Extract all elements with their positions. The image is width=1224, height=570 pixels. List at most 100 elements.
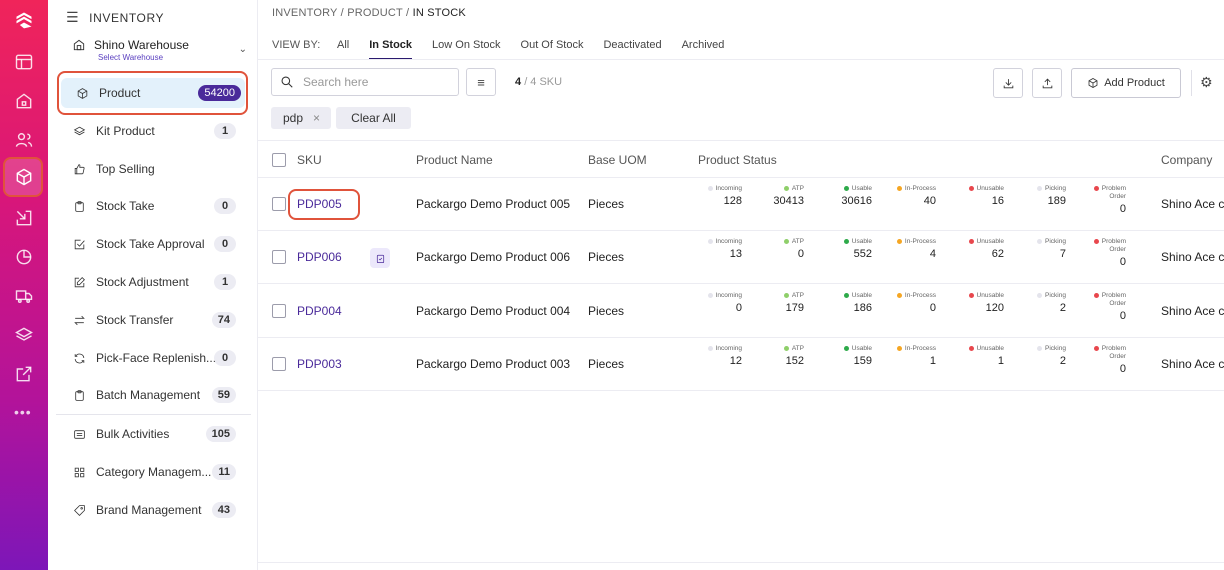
status-in-process: In-Process 4 [890,238,936,260]
status-label: ATP [791,292,804,299]
clipboard-icon [72,199,86,213]
add-product-button[interactable]: Add Product [1071,68,1181,98]
status-value: 120 [985,302,1004,314]
tab-out-of-stock[interactable]: Out Of Stock [521,39,584,51]
tab-in-stock[interactable]: In Stock [369,39,412,51]
status-picking: Picking 7 [1020,238,1066,260]
company: Shino Ace cu [1161,197,1224,211]
product-highlight [57,71,248,115]
status-incoming: Incoming 12 [696,345,742,367]
header-product-name[interactable]: Product Name [416,153,493,167]
download-button[interactable] [993,68,1023,98]
search-input[interactable] [303,75,443,89]
sidebar-item-kit-product[interactable]: Kit Product 1 [58,116,248,146]
close-icon[interactable]: × [313,111,320,125]
status-label: Problem Order [1101,185,1126,200]
sidebar-item-stock-transfer[interactable]: Stock Transfer 74 [58,305,248,335]
tab-deactivated[interactable]: Deactivated [603,39,661,51]
sidebar-item-stock-adjustment[interactable]: Stock Adjustment 1 [58,267,248,297]
sidebar-item-brand-management[interactable]: Brand Management 43 [58,495,248,525]
breadcrumb-product[interactable]: PRODUCT [347,7,403,19]
tab-low-on-stock[interactable]: Low On Stock [432,39,500,51]
sidebar-item-label: Stock Adjustment [96,275,189,289]
sidebar-item-pick-face[interactable]: Pick-Face Replenish... 0 [58,343,248,373]
status-value: 128 [723,195,742,207]
select-all-checkbox[interactable] [272,153,286,167]
toolbar-separator [1191,70,1192,96]
header-company[interactable]: Company [1161,153,1212,167]
filter-button[interactable]: ≡ [466,68,496,96]
sidebar-item-top-selling[interactable]: Top Selling [58,154,248,184]
logo-icon[interactable] [12,8,36,32]
external-icon[interactable] [12,362,36,386]
layers-icon[interactable] [12,323,36,347]
row-checkbox[interactable] [272,304,286,318]
sidebar-item-label: Kit Product [96,124,155,138]
clipboard-check-icon[interactable] [370,248,390,268]
status-label: Usable [851,238,872,245]
status-label: Unusable [976,185,1004,192]
header-base-uom[interactable]: Base UOM [588,153,647,167]
sidebar-item-label: Brand Management [96,503,202,517]
clear-all-button[interactable]: Clear All [336,107,411,129]
sku-link[interactable]: PDP004 [297,304,342,318]
status-label: In-Process [904,185,936,192]
table-row[interactable]: PDP005 Packargo Demo Product 005 Pieces Inc… [258,178,1224,231]
users-icon[interactable] [12,128,36,152]
sidebar-divider [56,414,251,415]
table-row[interactable]: PDP004 Packargo Demo Product 004 Pieces Inc… [258,285,1224,338]
table-row[interactable]: PDP006 Packargo Demo Product 006 Pieces Inc… [258,231,1224,284]
status-label: Unusable [976,292,1004,299]
box-icon[interactable] [12,165,36,189]
status-label: Problem Order [1101,292,1126,307]
chart-icon[interactable] [12,245,36,269]
count-badge: 43 [211,502,236,518]
sidebar-item-stock-take[interactable]: Stock Take 0 [58,191,248,221]
header-sku[interactable]: SKU [297,153,322,167]
sidebar-item-bulk-activities[interactable]: Bulk Activities 105 [58,419,248,449]
sidebar-item-stock-take-approval[interactable]: Stock Take Approval 0 [58,229,248,259]
status-atp: ATP 179 [758,292,804,314]
status-value: 1 [997,355,1004,367]
row-checkbox[interactable] [272,250,286,264]
sidebar-item-batch-management[interactable]: Batch Management 59 [58,380,248,410]
gear-icon[interactable]: ⚙ [1200,74,1213,91]
warehouse-select-link[interactable]: Select Warehouse [98,53,247,62]
table-row[interactable]: PDP003 Packargo Demo Product 003 Pieces Inc… [258,338,1224,391]
status-value: 0 [1119,203,1126,215]
status-problem-order: Problem Order 0 [1080,292,1126,322]
row-checkbox[interactable] [272,197,286,211]
sku-link[interactable]: PDP006 [297,250,342,264]
more-icon[interactable]: ••• [14,404,32,420]
inbound-icon[interactable] [12,206,36,230]
status-unusable: Unusable 1 [958,345,1004,367]
sidebar-item-category-management[interactable]: Category Managem... 11 [58,457,248,487]
filter-chip-label: pdp [283,111,304,125]
breadcrumb-inventory[interactable]: INVENTORY [272,7,337,19]
warehouse-selector[interactable]: Shino Warehouse Select Warehouse ⌄ [72,38,247,62]
status-atp: ATP 30413 [758,185,804,207]
count-badge: 0 [214,350,236,366]
status-label: Picking [1045,185,1066,192]
sku-count: 4 / 4 SKU [515,76,562,88]
home-icon[interactable] [12,89,36,113]
truck-icon[interactable] [12,284,36,308]
tab-all[interactable]: All [337,39,349,51]
row-checkbox[interactable] [272,357,286,371]
hamburger-icon[interactable]: ☰ [66,9,79,26]
chevron-down-icon[interactable]: ⌄ [239,44,247,55]
status-value: 12 [729,355,742,367]
status-value: 4 [929,248,936,260]
upload-button[interactable] [1032,68,1062,98]
warehouse-name: Shino Warehouse [94,38,189,52]
search-box[interactable] [271,68,459,96]
layout-icon[interactable] [12,50,36,74]
clipboard-icon [72,388,86,402]
sidebar-item-label: Stock Take [96,199,155,213]
status-in-process: In-Process 0 [890,292,936,314]
tab-archived[interactable]: Archived [682,39,725,51]
status-label: Incoming [715,345,742,352]
status-usable: Usable 30616 [826,185,872,207]
tabs-divider [258,59,1224,60]
sku-link[interactable]: PDP003 [297,357,342,371]
